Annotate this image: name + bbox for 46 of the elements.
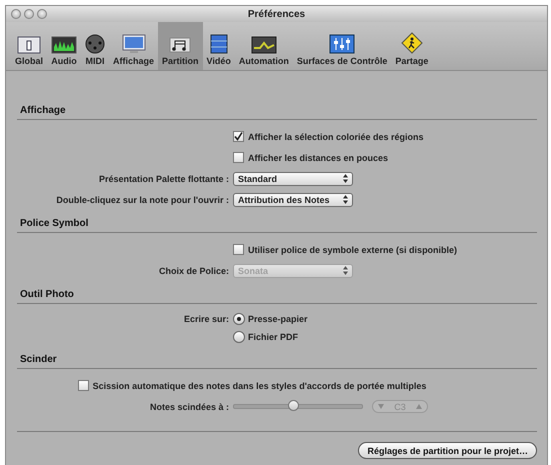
popup-arrows-icon <box>343 195 348 204</box>
toolbar-tab[interactable]: Global <box>11 22 48 70</box>
popup-menu[interactable]: Attribution des Notes <box>233 192 353 206</box>
monitor-icon <box>122 34 146 54</box>
toolbar-tab[interactable]: Affichage <box>109 22 158 70</box>
field-label: Double-cliquez sur la note pour l'ouvrir : <box>55 194 230 204</box>
film-strip-icon <box>208 34 229 54</box>
toolbar-tab[interactable]: Audio <box>47 22 82 70</box>
toolbar-tab[interactable]: Partition <box>158 22 203 70</box>
toolbar-tab[interactable]: MIDI <box>81 22 110 70</box>
radio-label: Fichier PDF <box>248 332 298 342</box>
checkbox-label: Afficher les distances en pouces <box>248 152 388 162</box>
toolbar-tab[interactable]: Automation <box>234 22 293 70</box>
radio-button[interactable] <box>233 313 245 325</box>
field-label: Présentation Palette flottante : <box>98 174 230 184</box>
field-label: Ecrire sur: <box>182 314 230 324</box>
music-notes-icon <box>169 36 192 54</box>
toolbar-tab[interactable]: Surfaces de Contrôle <box>292 22 392 70</box>
audio-meter-icon <box>51 36 78 54</box>
id-card-icon <box>17 36 41 54</box>
faders-icon <box>329 34 356 54</box>
popup-arrows-icon <box>343 174 348 183</box>
checkbox[interactable] <box>78 380 89 391</box>
window-title: Préférences <box>248 8 306 20</box>
popup-arrows-icon <box>343 266 348 275</box>
checkbox-label: Afficher la sélection coloriée des régions <box>248 132 424 142</box>
radio-label: Presse-papier <box>248 314 308 324</box>
checkbox[interactable] <box>233 244 244 255</box>
popup-menu[interactable]: Standard <box>233 172 353 186</box>
curve-icon <box>250 36 277 54</box>
midi-port-icon <box>85 34 106 54</box>
section-heading: Police Symbol <box>17 218 537 233</box>
pedestrian-sign-icon <box>400 32 423 54</box>
checkbox-label: Scission automatique des notes dans les styles d'accords de portée multiples <box>92 380 426 390</box>
field-label: Notes scindées à : <box>148 402 230 412</box>
section-heading: Outil Photo <box>17 289 537 304</box>
project-settings-button[interactable]: Réglages de partition pour le projet… <box>358 442 537 459</box>
section-heading: Affichage <box>17 105 537 120</box>
toolbar-tab[interactable]: Vidéo <box>202 22 235 70</box>
checkbox[interactable] <box>233 152 244 163</box>
checkbox[interactable] <box>233 131 244 142</box>
toolbar-tab[interactable]: Partage <box>391 22 432 70</box>
radio-button[interactable] <box>233 331 245 343</box>
checkbox-label: Utiliser police de symbole externe (si disponible) <box>248 244 458 254</box>
section-heading: Scinder <box>17 354 537 369</box>
field-label: Choix de Police: <box>158 266 230 276</box>
